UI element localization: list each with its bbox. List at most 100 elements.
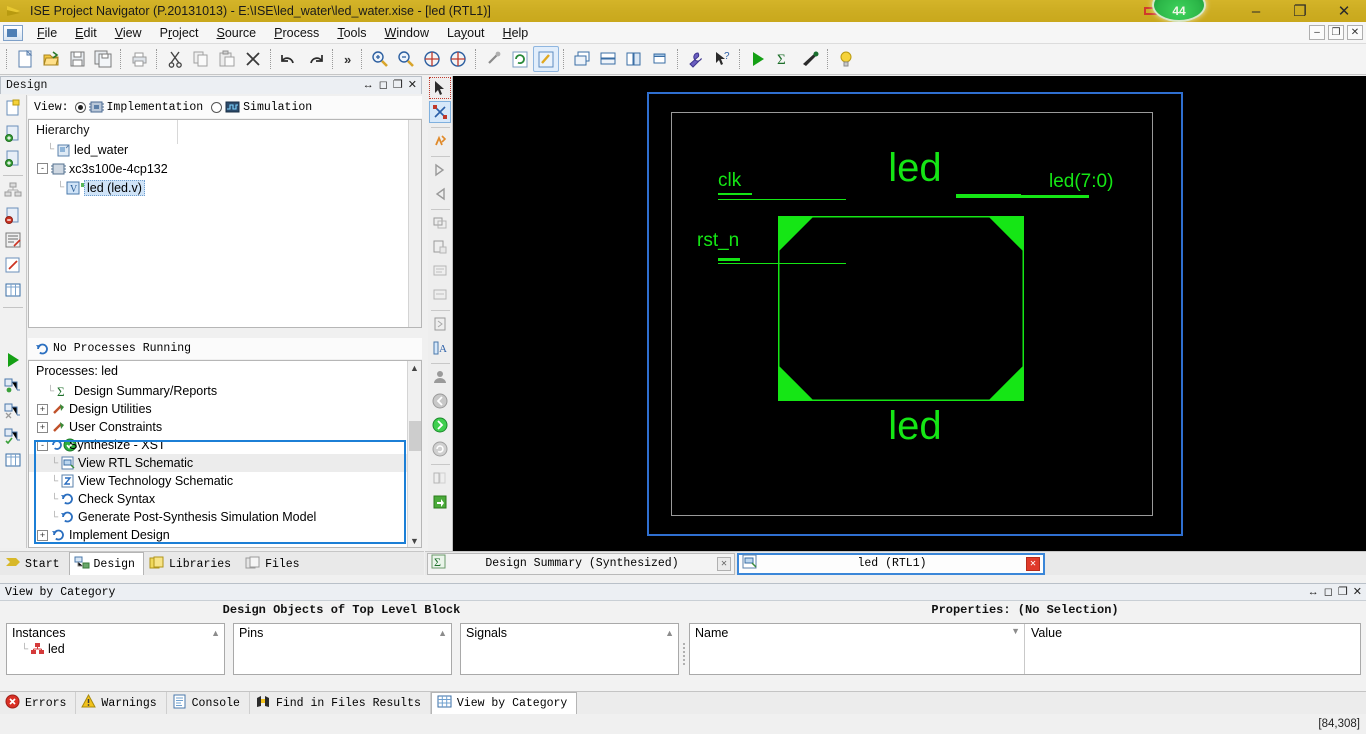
zoom-out-symbol-icon[interactable] [429,183,451,205]
menu-source[interactable]: Source [208,24,266,42]
pan-icon[interactable] [481,46,507,72]
schematic-page-icon[interactable] [429,313,451,335]
process-view-technology-schematic[interactable]: └ View Technology Schematic [29,472,421,490]
zoom-fit-icon[interactable] [419,46,445,72]
tab-find-in-files-results[interactable]: Find in Files Results [250,692,431,714]
menu-window[interactable]: Window [376,24,438,42]
print-icon[interactable] [126,46,152,72]
new-source-icon[interactable] [2,97,24,119]
mdi-minimize-button[interactable]: – [1309,25,1325,40]
doc-tab-design-summary[interactable]: Σ Design Summary (Synthesized) ✕ [427,552,735,575]
properties-table[interactable]: Name ▼ Value [689,623,1361,675]
mdi-close-button[interactable]: ✕ [1347,25,1363,40]
tab-warnings[interactable]: Warnings [76,692,167,714]
sort-ascending-icon[interactable]: ▲ [438,628,447,638]
copy-icon[interactable] [188,46,214,72]
tree-node-led-module[interactable]: └ V led (led.v) [29,178,421,197]
list-item[interactable]: └ led [7,640,224,658]
close-icon[interactable]: ✕ [408,80,417,91]
tree-node-device[interactable]: - xc3s100e-4cp132 [29,159,421,178]
tile-vertical-icon[interactable] [621,46,647,72]
hierarchy-icon[interactable] [2,179,24,201]
tab-start[interactable]: Start [0,552,69,575]
process-check-syntax[interactable]: └ Check Syntax [29,490,421,508]
doc-tab-close-button[interactable]: ✕ [1026,556,1040,571]
process-props-icon[interactable] [2,374,24,396]
process-design-summary[interactable]: └ Σ Design Summary/Reports [29,382,421,400]
radio-implementation[interactable] [74,101,86,113]
rtl-symbol-block[interactable] [778,216,1024,401]
process-design-utilities[interactable]: + Design Utilities [29,400,421,418]
save-icon[interactable] [64,46,90,72]
properties-value-column[interactable]: Value [1025,624,1360,674]
redo-icon[interactable] [302,46,328,72]
zoom-out-icon[interactable] [393,46,419,72]
scroll-down-icon[interactable]: ▼ [410,534,419,547]
add-source-icon[interactable] [2,122,24,144]
zoom-in-icon[interactable] [367,46,393,72]
tree-expander[interactable]: + [37,403,48,415]
remove-source-icon[interactable] [2,204,24,226]
process-table-icon[interactable] [2,449,24,471]
refresh-icon[interactable] [507,46,533,72]
schematic-sheet[interactable]: led clk rst_n led(7:0) led [647,92,1183,536]
forward-icon[interactable] [429,414,451,436]
window-minimize-button[interactable]: – [1234,0,1278,22]
run-icon[interactable] [745,46,771,72]
add-icon[interactable] [429,130,451,152]
mdi-restore-button[interactable]: ❐ [1328,25,1344,40]
menu-view[interactable]: View [106,24,151,42]
select-tool-icon[interactable] [429,77,451,99]
design-table-icon[interactable] [2,279,24,301]
menu-edit[interactable]: Edit [66,24,106,42]
close-icon[interactable]: ✕ [1353,586,1362,598]
tab-design[interactable]: Design [68,552,144,575]
select-area-icon[interactable] [429,101,451,123]
menu-tools[interactable]: Tools [328,24,375,42]
properties-name-column[interactable]: Name ▼ [690,624,1025,674]
open-file-icon[interactable] [38,46,64,72]
view-option-implementation[interactable]: Implementation [107,101,204,114]
tree-expander[interactable]: + [37,529,48,541]
tip-bulb-icon[interactable] [833,46,859,72]
tree-node-led-water[interactable]: └ led_water [29,140,421,159]
panel-splitter[interactable] [683,641,687,671]
undo-icon[interactable] [276,46,302,72]
delete-icon[interactable] [240,46,266,72]
refresh-schematic-icon[interactable] [429,438,451,460]
tree-expander[interactable]: + [37,421,48,433]
schematic-canvas[interactable]: led clk rst_n led(7:0) led [453,76,1366,551]
export-icon[interactable] [429,491,451,513]
sort-ascending-icon[interactable]: ▲ [665,628,674,638]
restore-icon[interactable]: ❐ [393,80,403,91]
zoom-area-icon[interactable] [445,46,471,72]
menu-layout[interactable]: Layout [438,24,494,42]
scroll-thumb[interactable] [409,421,421,451]
menu-process[interactable]: Process [265,24,328,42]
process-synthesize-xst[interactable]: - Synthesize - XST [29,436,421,454]
tab-view-by-category[interactable]: View by Category [430,692,578,714]
impact-icon[interactable] [797,46,823,72]
processes-scrollbar[interactable]: ▲ ▼ [407,361,421,547]
edit-constraints-icon[interactable] [2,254,24,276]
push-into-icon[interactable] [429,212,451,234]
scroll-up-icon[interactable]: ▲ [410,361,419,374]
tree-expander[interactable]: - [37,439,48,451]
pop-out-icon[interactable] [429,236,451,258]
cut-icon[interactable] [162,46,188,72]
maximize-icon[interactable]: ◻ [1324,586,1333,598]
sort-descending-icon[interactable]: ▼ [1011,626,1020,636]
zoom-in-symbol-icon[interactable] [429,159,451,181]
process-rerun-all-icon[interactable] [2,424,24,446]
float-icon[interactable]: ↔ [1308,586,1319,598]
menu-help[interactable]: Help [494,24,538,42]
person-icon[interactable] [429,366,451,388]
maximize-icon[interactable]: ◻ [379,80,388,91]
process-generate-post-synthesis-model[interactable]: └ Generate Post-Synthesis Simulation Mod… [29,508,421,526]
tab-errors[interactable]: Errors [0,692,77,714]
hierarchy-scrollbar[interactable] [408,120,421,327]
radio-simulation[interactable] [211,101,223,113]
process-implement-design[interactable]: + Implement Design [29,526,421,544]
instances-list[interactable]: Instances ▲ └ led [6,623,225,675]
tree-expander[interactable]: - [37,163,48,174]
